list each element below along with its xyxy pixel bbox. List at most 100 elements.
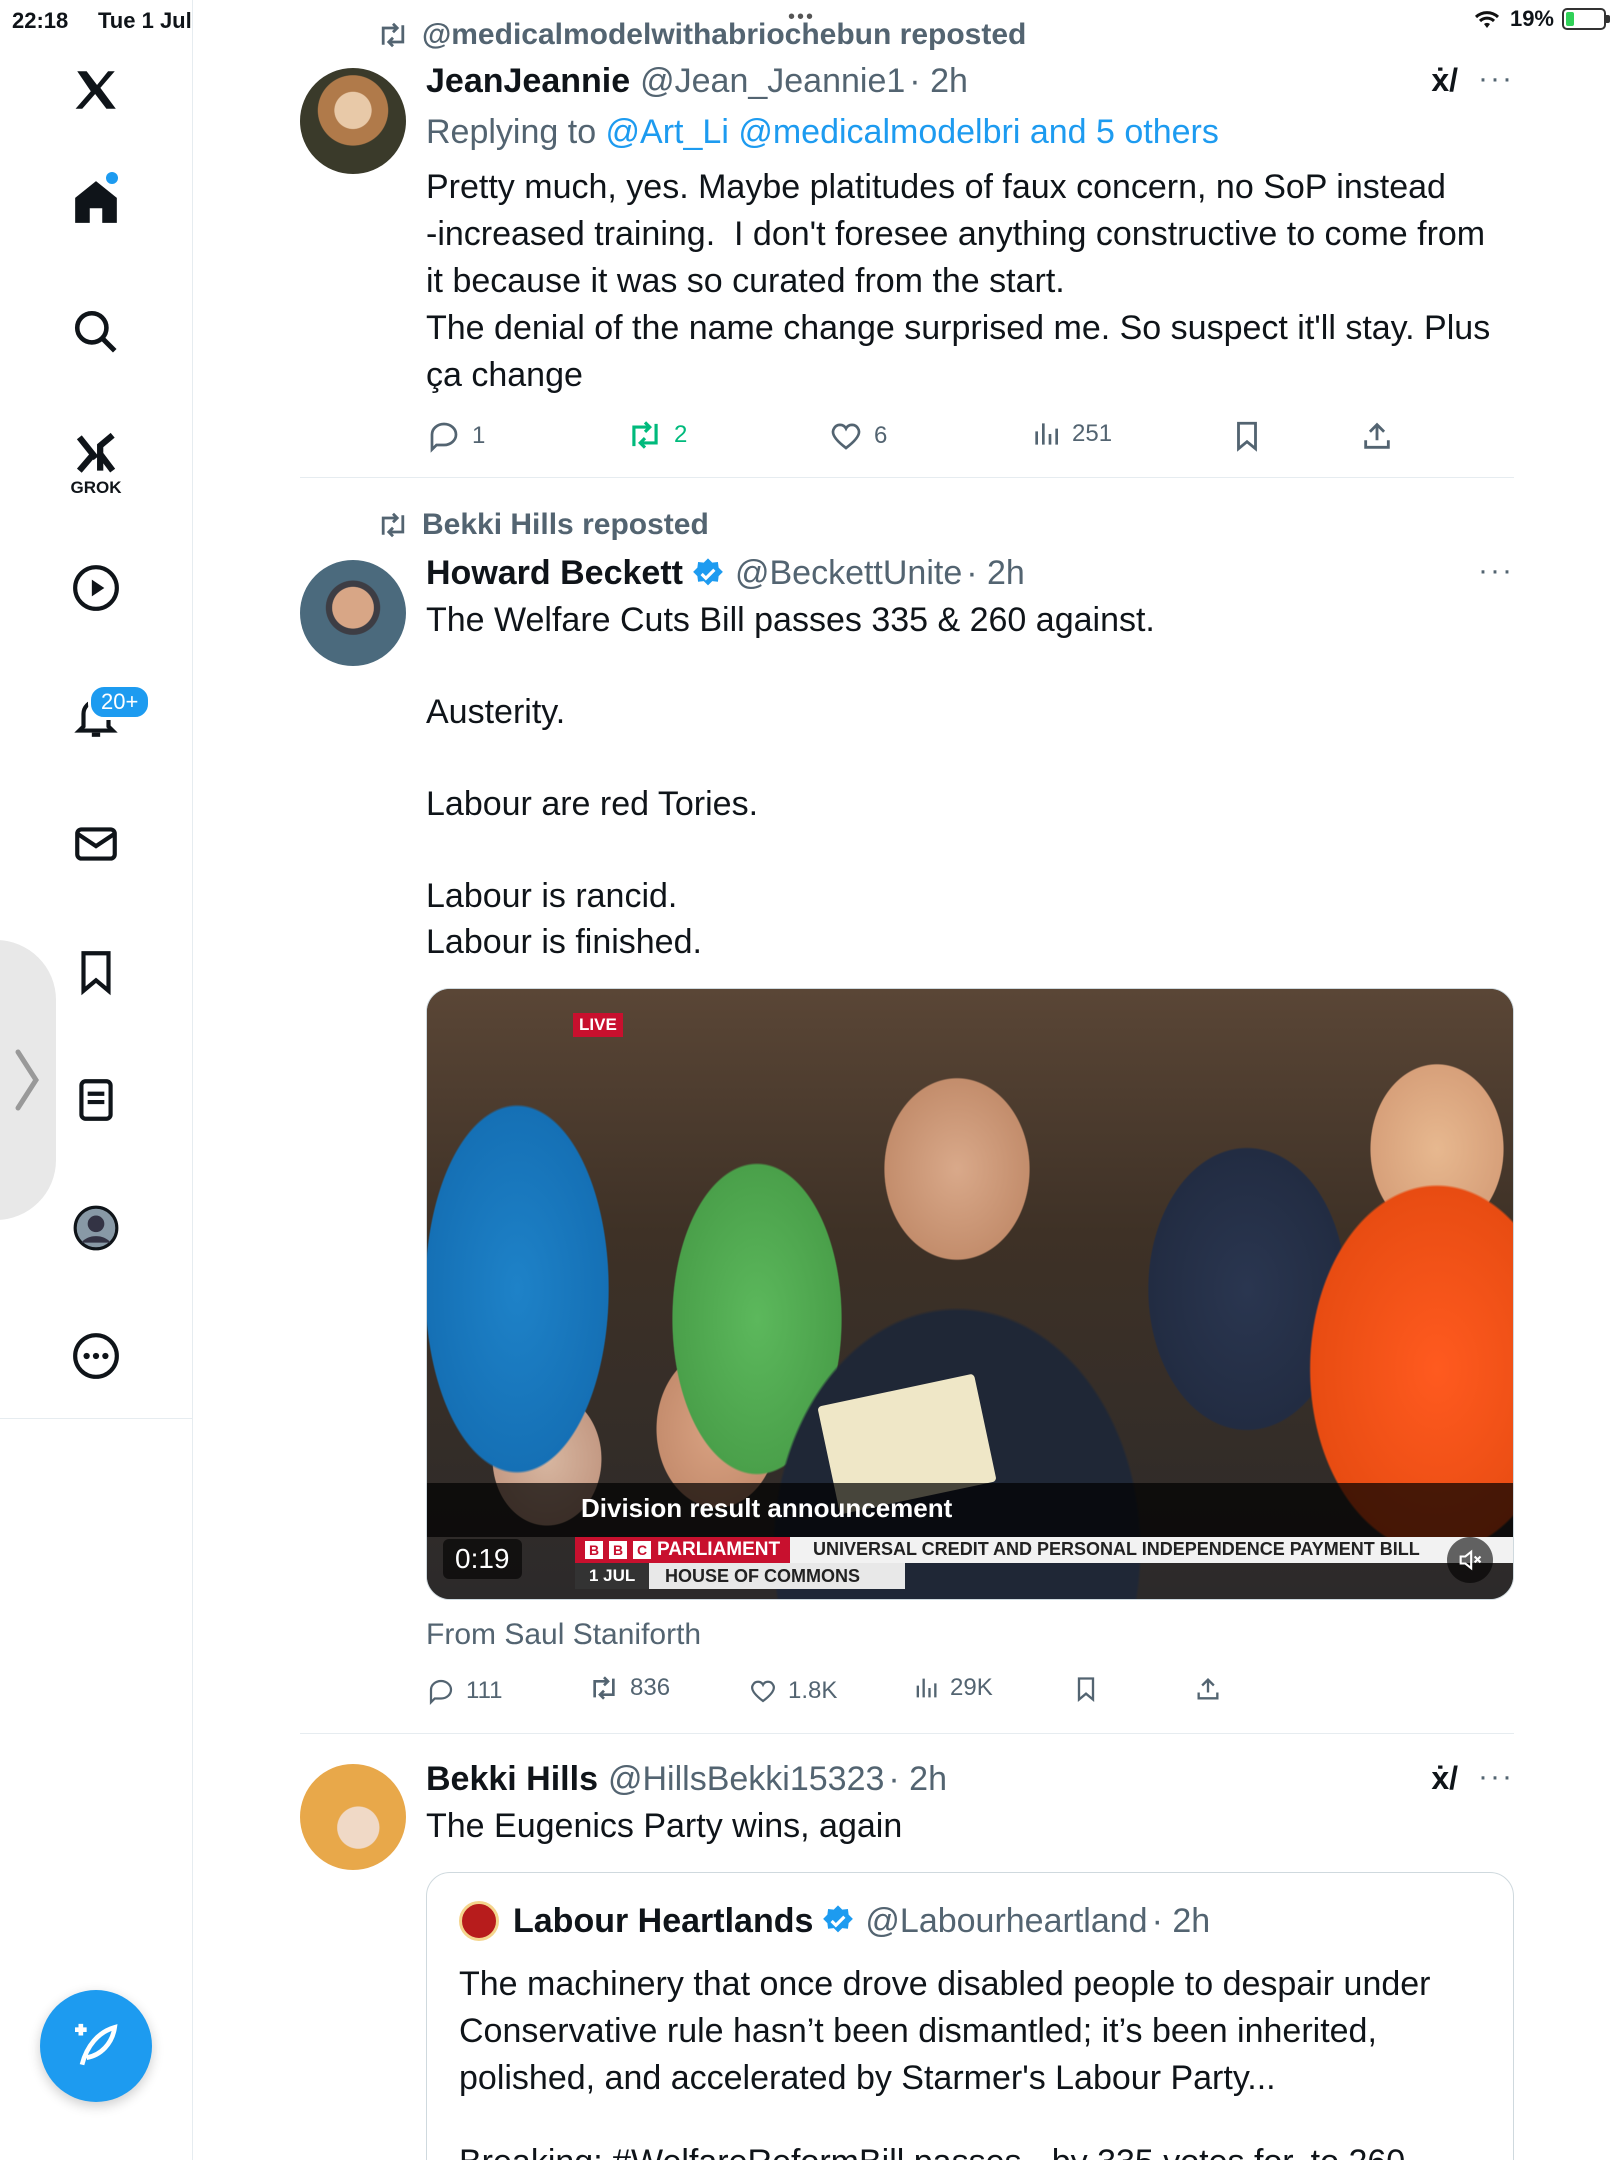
- messages-envelope-icon[interactable]: [60, 808, 132, 880]
- video-player[interactable]: LIVE Division result announcement BBC PA…: [426, 988, 1514, 1600]
- analytics-icon: [916, 1678, 937, 1698]
- grok-label: GROK: [70, 478, 122, 497]
- tweet-text: Pretty much, yes. Maybe platitudes of fa…: [426, 168, 1491, 394]
- author-handle[interactable]: @HillsBekki15323: [608, 1760, 884, 1799]
- mute-button[interactable]: [1447, 1537, 1493, 1583]
- like-button[interactable]: 6: [828, 418, 887, 454]
- repost-icon: [593, 1676, 615, 1700]
- repost-context-text: @medicalmodelwithabriochebun reposted: [422, 18, 1027, 51]
- tweet-text: The Welfare Cuts Bill passes 335 & 260 a…: [426, 601, 1155, 961]
- view-count: 251: [1072, 420, 1113, 447]
- views-button[interactable]: 251: [1030, 418, 1112, 450]
- reply-icon: [430, 422, 458, 453]
- repost-icon: [632, 421, 658, 449]
- more-options-icon[interactable]: [60, 1320, 132, 1392]
- avatar[interactable]: [300, 1764, 406, 1870]
- replying-to-links[interactable]: @Art_Li @medicalmodelbri and 5 others: [606, 113, 1219, 151]
- quoted-author-handle[interactable]: @Labourheartland: [865, 1902, 1147, 1941]
- x-logo-icon[interactable]: [60, 54, 132, 126]
- repost-context: @medicalmodelwithabriochebun reposted: [376, 18, 1026, 52]
- grok-explain-icon[interactable]: ẋ/: [1431, 62, 1458, 99]
- author-name[interactable]: Bekki Hills: [426, 1760, 598, 1799]
- battery-icon: [1562, 8, 1610, 30]
- drawer-handle[interactable]: [0, 940, 56, 1220]
- bill-name: UNIVERSAL CREDIT AND PERSONAL INDEPENDEN…: [813, 1539, 1420, 1559]
- profile-avatar-icon[interactable]: [60, 1192, 132, 1264]
- views-button[interactable]: 29K: [912, 1674, 993, 1702]
- reply-button[interactable]: 111: [426, 1676, 502, 1706]
- reply-icon: [429, 1679, 453, 1705]
- grok-explain-icon[interactable]: ẋ/: [1431, 1760, 1458, 1797]
- repost-button[interactable]: 2: [626, 418, 687, 452]
- avatar[interactable]: [300, 560, 406, 666]
- repost-button[interactable]: 836: [588, 1674, 670, 1702]
- more-icon[interactable]: ···: [1478, 554, 1514, 588]
- bookmark-button[interactable]: [1230, 418, 1264, 454]
- repost-icon: [381, 512, 405, 538]
- video-date-bar: 1 JUL HOUSE OF COMMONS: [575, 1563, 905, 1589]
- share-button[interactable]: [1360, 418, 1394, 454]
- search-icon[interactable]: [60, 296, 132, 368]
- author-handle[interactable]: @Jean_Jeannie1: [640, 62, 905, 101]
- chevron-right-icon: [15, 1049, 39, 1111]
- bbc-letter: B: [585, 1541, 603, 1559]
- reply-button[interactable]: 1: [426, 418, 485, 454]
- bookmark-icon: [1077, 1677, 1095, 1702]
- share-button[interactable]: [1194, 1674, 1222, 1704]
- avatar[interactable]: [300, 68, 406, 174]
- compose-post-button[interactable]: [40, 1990, 152, 2102]
- notifications-badge: 20+: [88, 684, 152, 720]
- lists-icon[interactable]: [60, 1064, 132, 1136]
- verified-badge-icon: [693, 557, 723, 585]
- channel-name: PARLIAMENT: [657, 1539, 781, 1560]
- video-play-icon[interactable]: [60, 552, 132, 624]
- home-icon[interactable]: [60, 166, 132, 238]
- compose-feather-icon: [75, 2023, 118, 2066]
- replying-prefix: Replying to: [426, 113, 606, 151]
- tweet-time[interactable]: · 2h: [966, 554, 1025, 593]
- quoted-tweet-text: The machinery that once drove disabled p…: [459, 1965, 1431, 2097]
- tweet-time[interactable]: · 2h: [909, 62, 968, 101]
- author-handle[interactable]: @BeckettUnite: [735, 554, 962, 593]
- heart-icon: [750, 1680, 776, 1703]
- reply-count: 111: [466, 1677, 503, 1704]
- home-unread-dot: [106, 172, 118, 184]
- view-count: 29K: [950, 1674, 993, 1701]
- heart-icon: [831, 423, 861, 450]
- author-name[interactable]: JeanJeannie: [426, 62, 630, 101]
- quoted-avatar[interactable]: [459, 1901, 499, 1941]
- repost-count: 2: [674, 421, 688, 448]
- more-icon[interactable]: ···: [1478, 62, 1514, 96]
- more-icon[interactable]: ···: [1478, 1760, 1514, 1794]
- channel-tag: BBC PARLIAMENT: [575, 1537, 791, 1563]
- tweet-time[interactable]: · 2h: [888, 1760, 947, 1799]
- video-channel-bar: BBC PARLIAMENT UNIVERSAL CREDIT AND PERS…: [575, 1537, 1513, 1563]
- share-icon: [1197, 1678, 1219, 1700]
- video-date: 1 JUL: [575, 1563, 650, 1589]
- author-name[interactable]: Howard Beckett: [426, 554, 683, 593]
- live-tag: LIVE: [573, 1013, 623, 1037]
- tweet-text: The Eugenics Party wins, again: [426, 1807, 903, 1845]
- video-lower-third: Division result announcement: [427, 1483, 1513, 1537]
- bookmark-icon: [1237, 421, 1257, 452]
- repost-context: Bekki Hills reposted: [376, 508, 709, 542]
- verified-badge-icon: [823, 1905, 854, 1933]
- reply-count: 1: [472, 422, 486, 449]
- quoted-author-name[interactable]: Labour Heartlands: [513, 1902, 813, 1941]
- tweet-header: JeanJeannie @Jean_Jeannie1 · 2h: [426, 62, 1514, 101]
- video-caption: Division result announcement: [581, 1493, 953, 1523]
- tweet-divider: [300, 1733, 1514, 1734]
- speaker-muted-icon: [1459, 1549, 1482, 1571]
- bookmarks-icon[interactable]: [60, 936, 132, 1008]
- quoted-tweet[interactable]: Labour Heartlands @Labourheartland · 2h …: [426, 1872, 1514, 2160]
- video-location: HOUSE OF COMMONS: [665, 1566, 861, 1586]
- analytics-icon: [1035, 423, 1058, 445]
- quoted-time: · 2h: [1151, 1901, 1211, 1940]
- sidebar: GROK 20+: [0, 0, 193, 2160]
- bbc-letter: C: [633, 1541, 651, 1559]
- bookmark-button[interactable]: [1072, 1674, 1100, 1704]
- video-attribution[interactable]: From Saul Staniforth: [426, 1618, 701, 1652]
- repost-count: 836: [630, 1674, 671, 1701]
- quoted-tweet-header: Labour Heartlands @Labourheartland · 2h: [459, 1901, 1210, 1941]
- like-button[interactable]: 1.8K: [748, 1676, 837, 1706]
